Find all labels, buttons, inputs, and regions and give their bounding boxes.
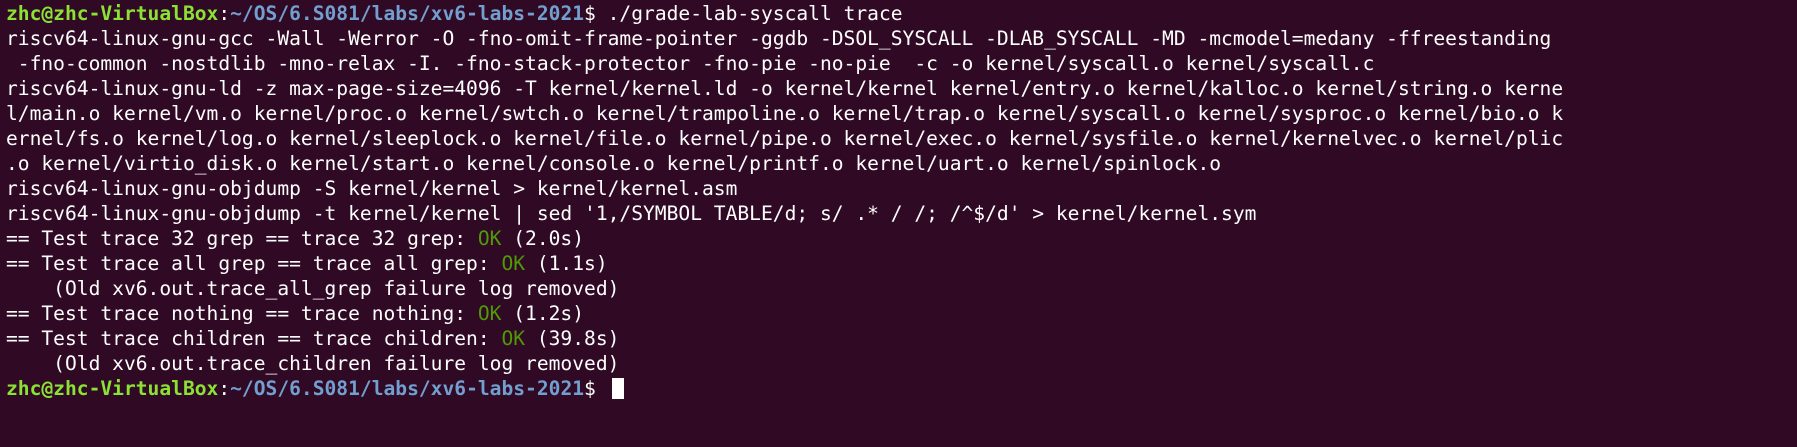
prompt-user-host: zhc@zhc-VirtualBox xyxy=(6,377,219,400)
test-label: == Test trace 32 grep == trace 32 grep: xyxy=(6,227,478,250)
test-status-ok: OK xyxy=(501,252,526,275)
output-line: l/main.o kernel/vm.o kernel/proc.o kerne… xyxy=(6,102,1564,125)
test-label: == Test trace children == trace children… xyxy=(6,327,502,350)
text-cursor[interactable] xyxy=(611,378,624,399)
test-note-line: (Old xv6.out.trace_children failure log … xyxy=(6,352,620,375)
output-line: .o kernel/virtio_disk.o kernel/start.o k… xyxy=(6,152,1222,175)
command-line: zhc@zhc-VirtualBox:~/OS/6.S081/labs/xv6-… xyxy=(6,1,1797,26)
prompt-colon: : xyxy=(218,2,231,25)
output-line: riscv64-linux-gnu-gcc -Wall -Werror -O -… xyxy=(6,27,1552,50)
test-time: (2.0s) xyxy=(501,227,585,250)
test-status-ok: OK xyxy=(477,227,502,250)
command-text: ./grade-lab-syscall trace xyxy=(607,2,903,25)
prompt-symbol: $ xyxy=(584,2,608,25)
test-time: (1.1s) xyxy=(525,252,608,275)
prompt-line[interactable]: zhc@zhc-VirtualBox:~/OS/6.S081/labs/xv6-… xyxy=(6,376,1797,401)
test-label: == Test trace nothing == trace nothing: xyxy=(6,302,478,325)
prompt-user-host: zhc@zhc-VirtualBox xyxy=(6,2,219,25)
test-result-line: == Test trace children == trace children… xyxy=(6,326,1797,351)
output-line: riscv64-linux-gnu-objdump -t kernel/kern… xyxy=(6,202,1257,225)
output-line: -fno-common -nostdlib -mno-relax -I. -fn… xyxy=(6,52,1375,75)
prompt-cwd: ~/OS/6.S081/labs/xv6-labs-2021 xyxy=(230,2,585,25)
test-status-ok: OK xyxy=(501,327,526,350)
prompt-symbol: $ xyxy=(584,377,608,400)
terminal-window[interactable]: zhc@zhc-VirtualBox:~/OS/6.S081/labs/xv6-… xyxy=(0,0,1797,447)
test-label: == Test trace all grep == trace all grep… xyxy=(6,252,502,275)
output-line: riscv64-linux-gnu-ld -z max-page-size=40… xyxy=(6,77,1564,100)
test-result-line: == Test trace all grep == trace all grep… xyxy=(6,251,1797,276)
test-note-line: (Old xv6.out.trace_all_grep failure log … xyxy=(6,277,620,300)
prompt-cwd: ~/OS/6.S081/labs/xv6-labs-2021 xyxy=(230,377,585,400)
test-status-ok: OK xyxy=(477,302,502,325)
test-time: (39.8s) xyxy=(525,327,620,350)
test-result-line: == Test trace 32 grep == trace 32 grep: … xyxy=(6,226,1797,251)
prompt-colon: : xyxy=(218,377,231,400)
output-line: ernel/fs.o kernel/log.o kernel/sleeplock… xyxy=(6,127,1564,150)
test-time: (1.2s) xyxy=(501,302,585,325)
output-line: riscv64-linux-gnu-objdump -S kernel/kern… xyxy=(6,177,738,200)
test-result-line: == Test trace nothing == trace nothing: … xyxy=(6,301,1797,326)
